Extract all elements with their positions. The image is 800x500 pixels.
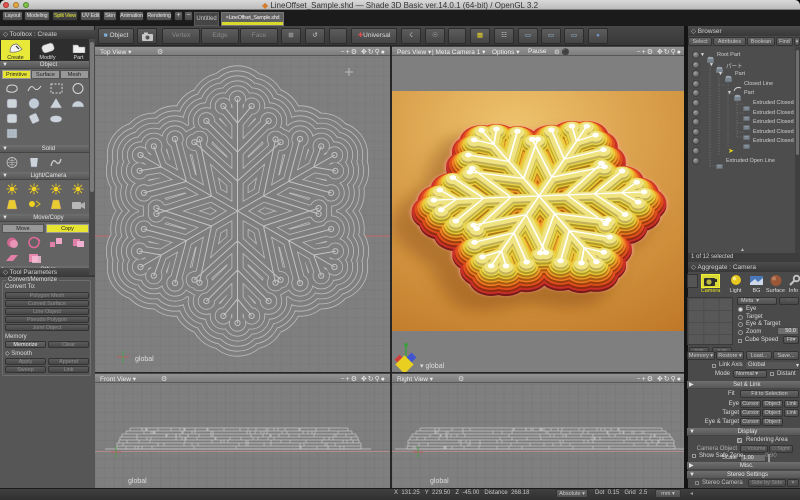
svg-text:global: global (128, 478, 147, 485)
svg-text:global: global (135, 356, 154, 363)
svg-text:global: global (430, 478, 449, 485)
